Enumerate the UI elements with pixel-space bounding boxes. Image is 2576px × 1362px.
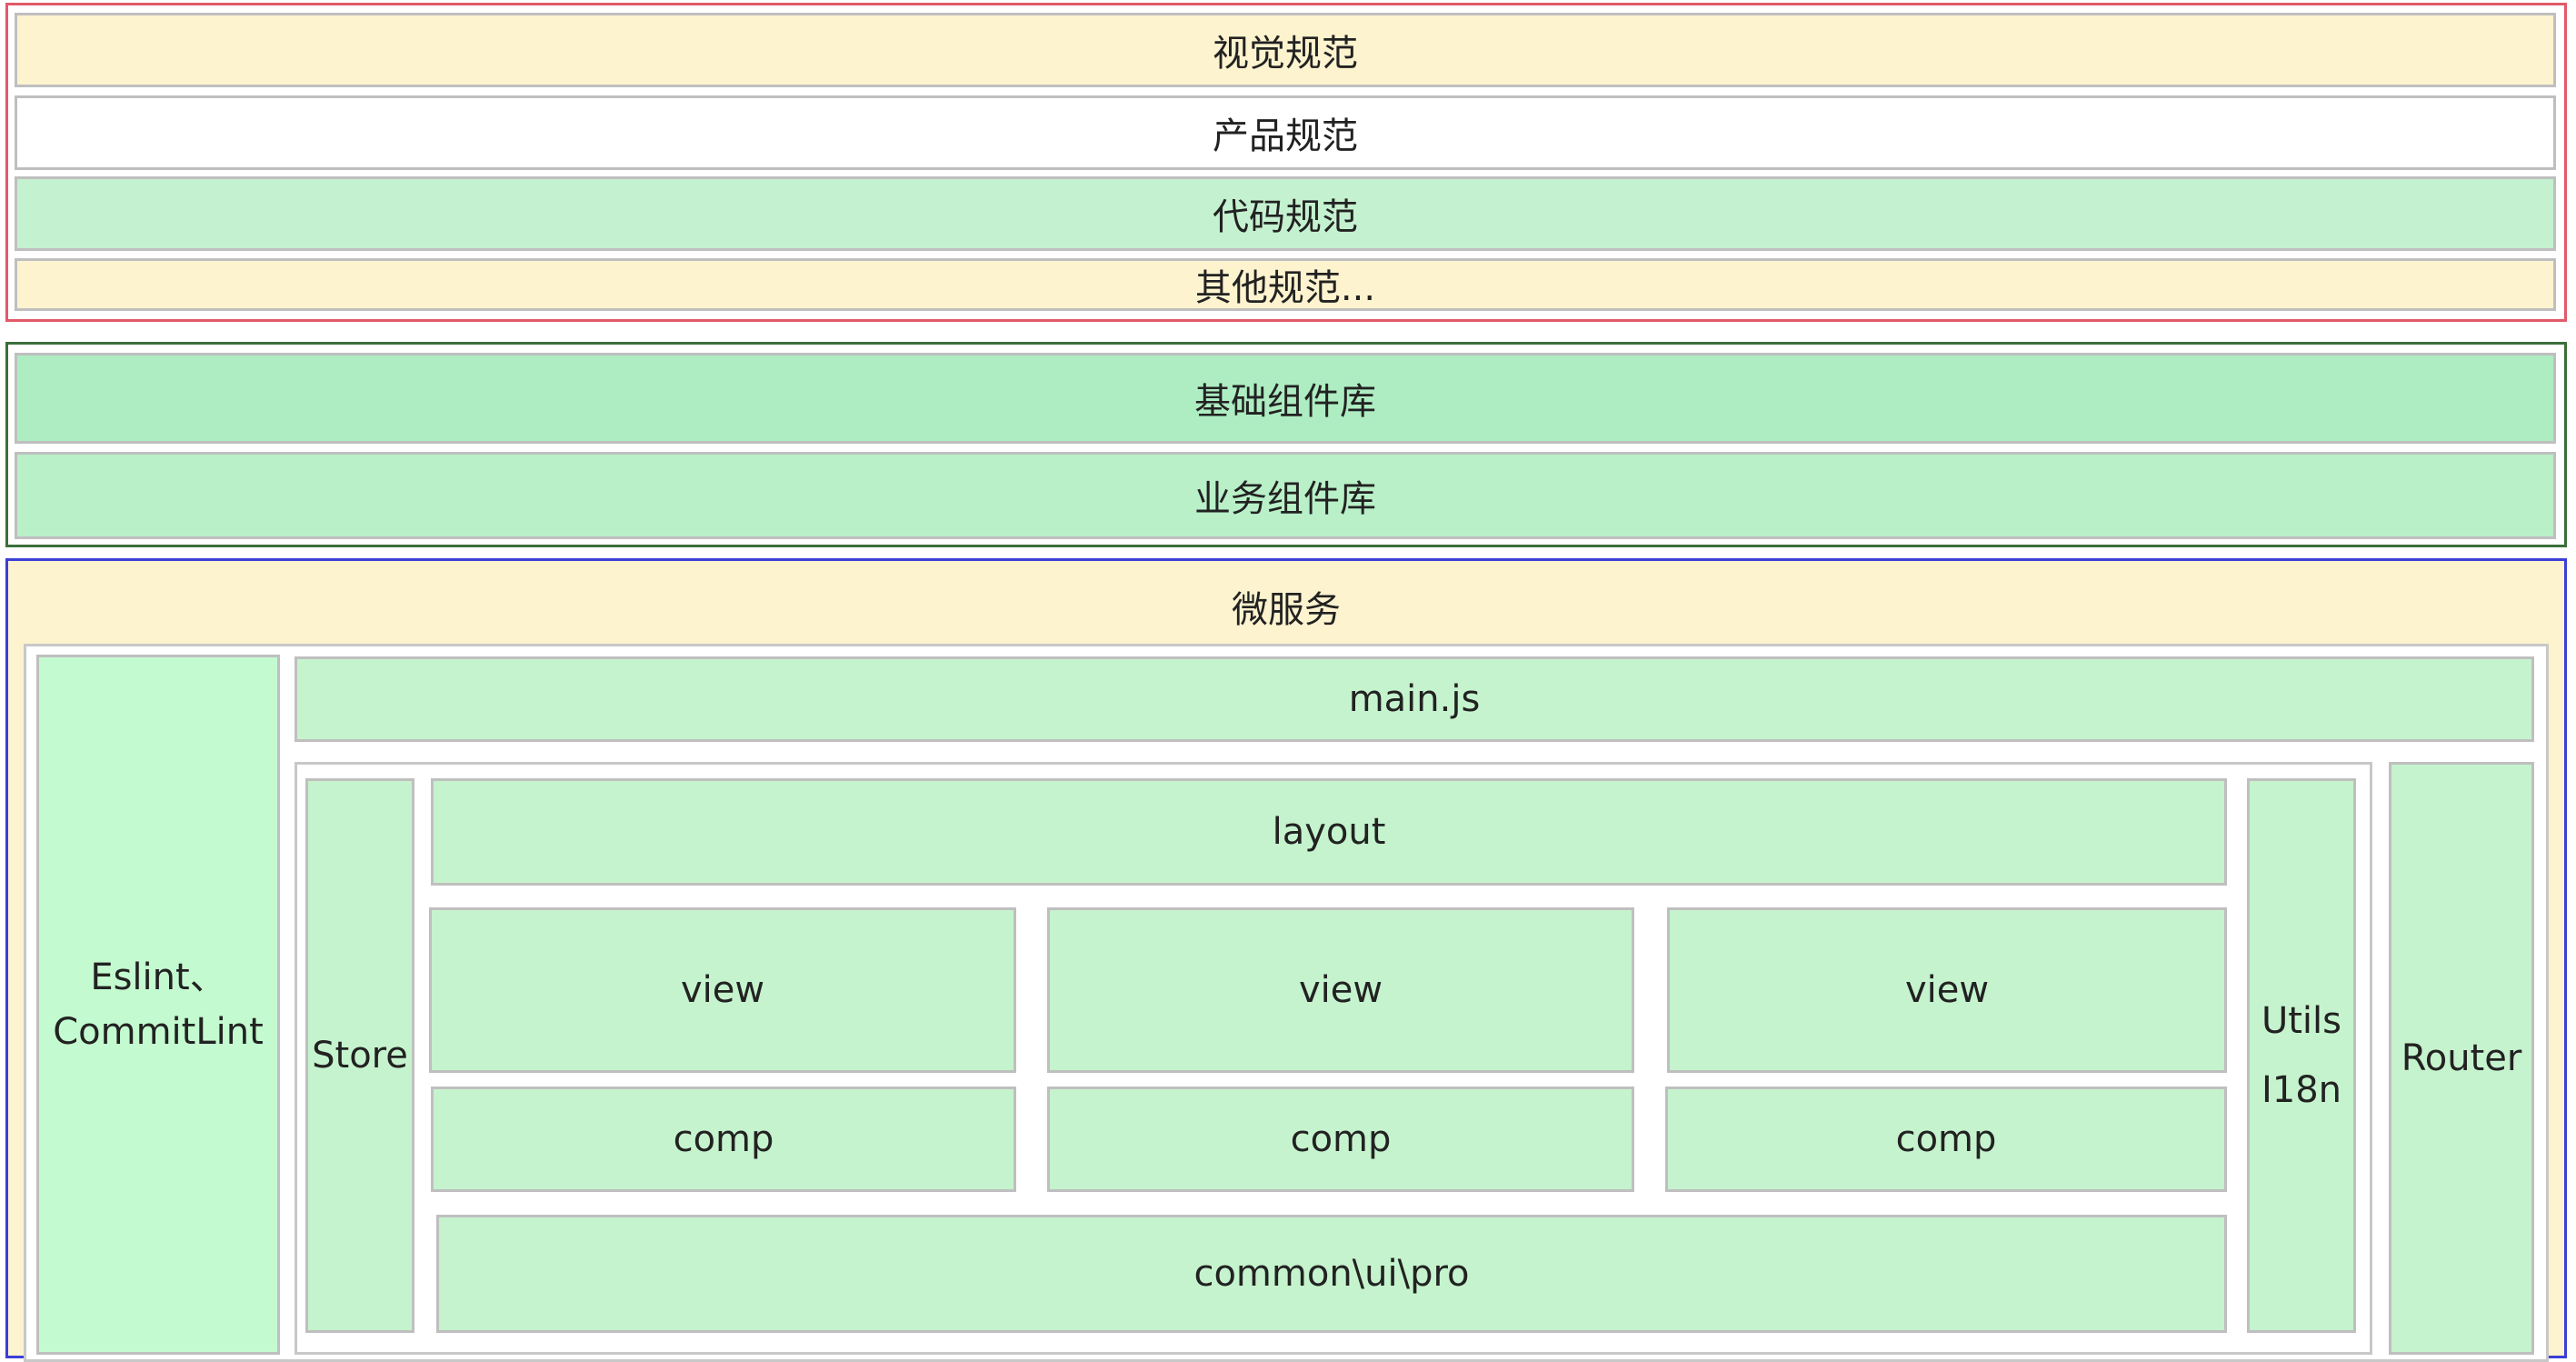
comp-label-2: comp <box>1290 1118 1392 1160</box>
comp-label-3: comp <box>1895 1118 1997 1160</box>
router-label: Router <box>2401 1037 2522 1079</box>
lint-label-line-2: CommitLint <box>53 1011 264 1053</box>
comp-box-2: comp <box>1047 1087 1634 1192</box>
view-label-2: view <box>1298 969 1383 1011</box>
other-standard-box: 其他规范... <box>15 258 2556 311</box>
router-box: Router <box>2389 762 2534 1355</box>
layout-box: layout <box>431 778 2227 886</box>
view-box-3: view <box>1667 907 2227 1073</box>
microservice-title-label: 微服务 <box>1232 589 1341 631</box>
base-component-library-label: 基础组件库 <box>1194 381 1376 423</box>
visual-standard-box: 视觉规范 <box>15 13 2556 87</box>
layout-label: layout <box>1272 811 1386 853</box>
utils-box: Utils I18n <box>2247 778 2356 1333</box>
visual-standard-label: 视觉规范 <box>1213 33 1358 75</box>
common-box: common\ui\pro <box>436 1215 2227 1333</box>
view-box-2: view <box>1047 907 1634 1073</box>
microservice-title: 微服务 <box>11 571 2561 642</box>
comp-box-1: comp <box>431 1087 1016 1192</box>
product-standard-label: 产品规范 <box>1213 115 1358 157</box>
code-standard-box: 代码规范 <box>15 176 2556 251</box>
base-component-library-box: 基础组件库 <box>15 353 2556 444</box>
other-standard-label: 其他规范... <box>1194 267 1376 309</box>
comp-label-1: comp <box>673 1118 774 1160</box>
utils-label: Utils <box>2261 1000 2341 1042</box>
product-standard-box: 产品规范 <box>15 95 2556 170</box>
store-label: Store <box>312 1035 408 1077</box>
view-box-1: view <box>429 907 1016 1073</box>
main-js-box: main.js <box>295 656 2534 742</box>
business-component-library-box: 业务组件库 <box>15 452 2556 539</box>
common-label: common\ui\pro <box>1193 1253 1470 1295</box>
code-standard-label: 代码规范 <box>1213 196 1358 238</box>
lint-label-line-1: Eslint、 <box>90 956 226 998</box>
store-box: Store <box>305 778 414 1333</box>
i18n-label: I18n <box>2261 1069 2342 1111</box>
business-component-library-label: 业务组件库 <box>1194 478 1376 520</box>
lint-box: Eslint、 CommitLint <box>36 655 280 1355</box>
main-js-label: main.js <box>1348 678 1481 720</box>
view-label-3: view <box>1904 969 1990 1011</box>
comp-box-3: comp <box>1665 1087 2227 1192</box>
view-label-1: view <box>680 969 765 1011</box>
